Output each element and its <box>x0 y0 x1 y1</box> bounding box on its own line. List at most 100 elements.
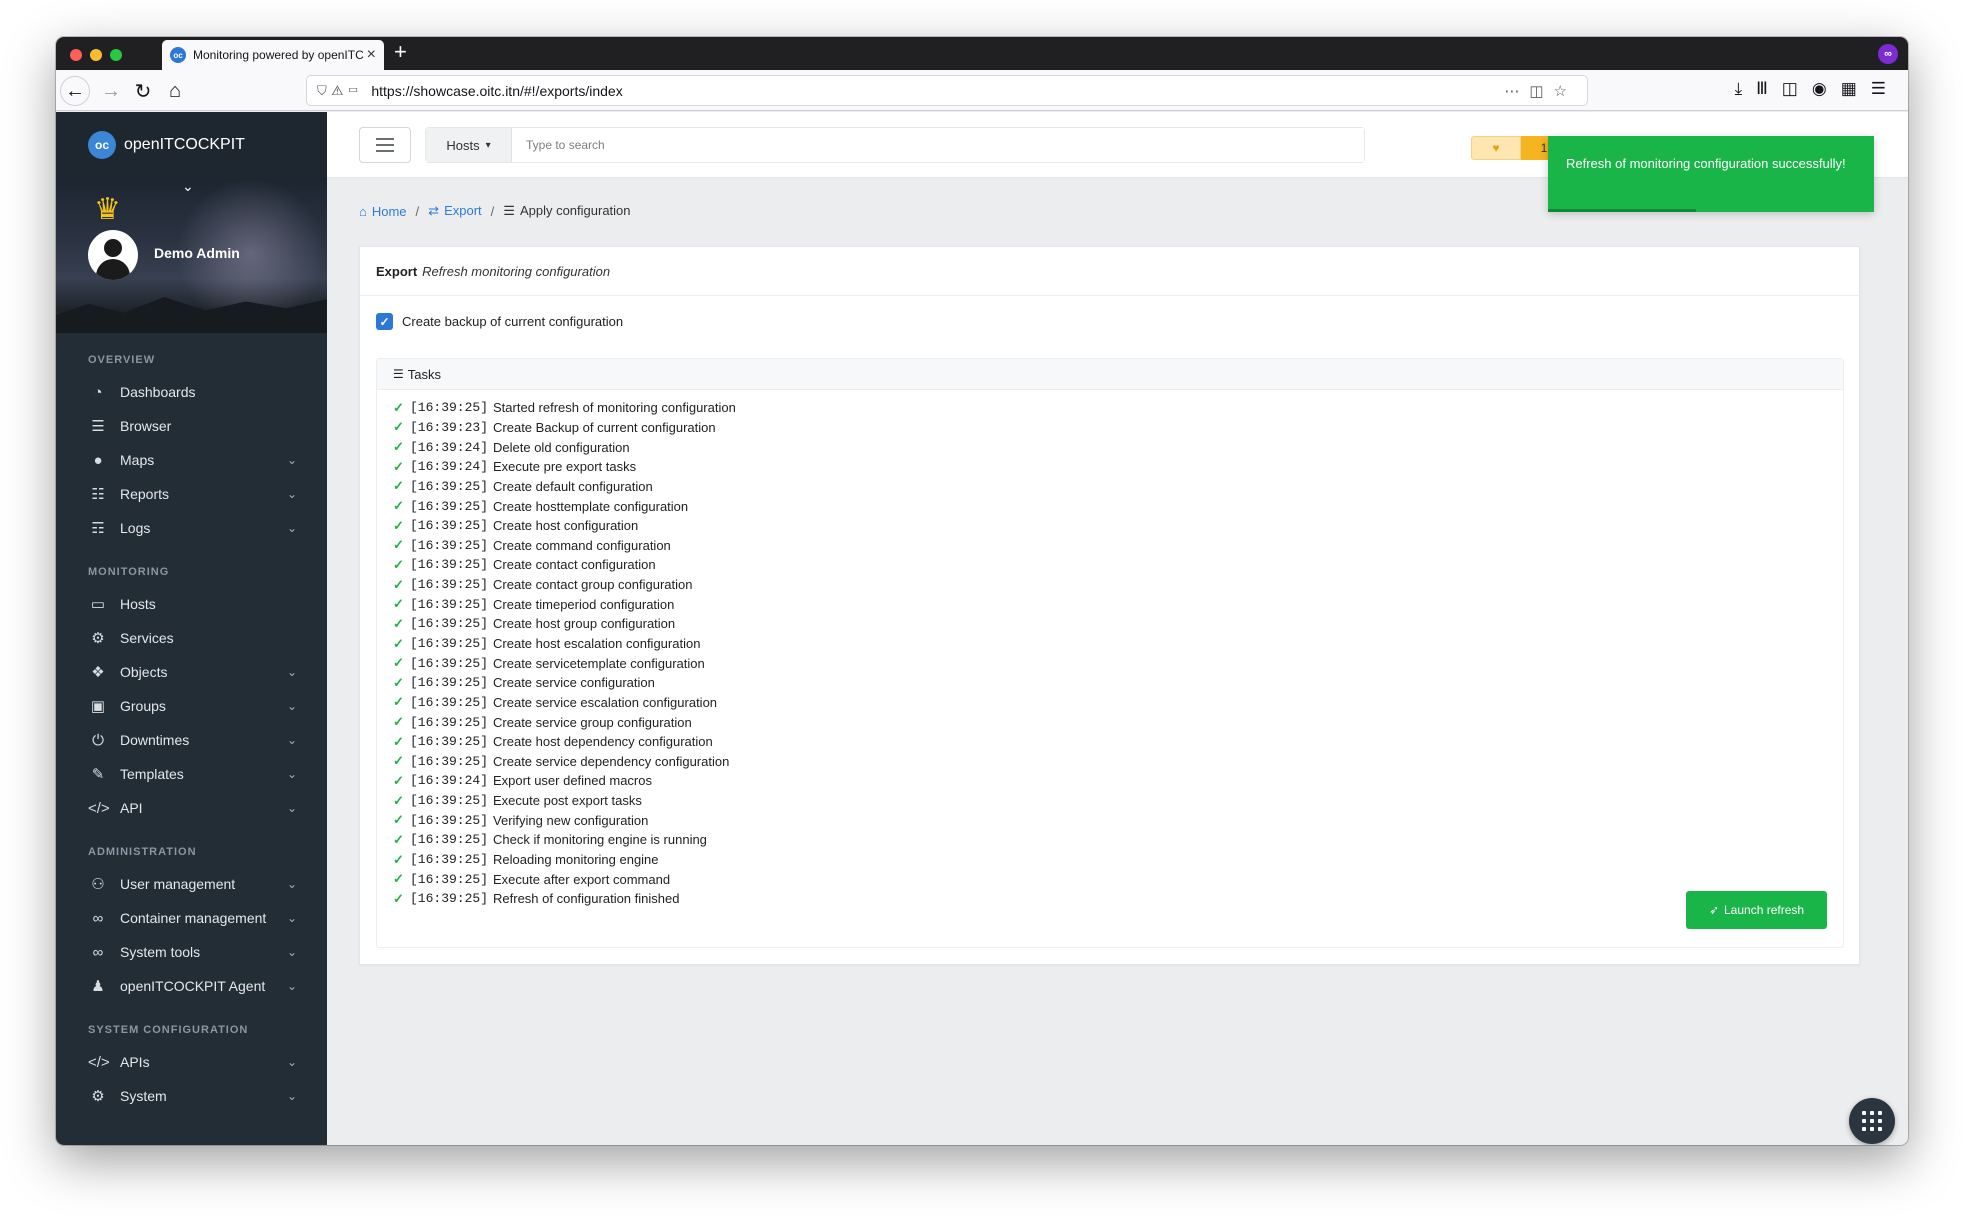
task-item: ✓ [16:39:25] Create service escalation con… <box>393 693 736 713</box>
sidebar-item-groups[interactable]: ▣ Groups ⌄ <box>56 689 327 723</box>
sidebar-item-apis[interactable]: </> APIs ⌄ <box>56 1045 327 1079</box>
task-item: ✓ [16:39:25] Execute after export command <box>393 869 736 889</box>
forward-button[interactable]: → <box>96 76 126 106</box>
brand[interactable]: oc openITCOCKPIT <box>56 112 327 178</box>
check-icon: ✓ <box>393 694 404 710</box>
toolbar-extensions-icon[interactable]: ⤓Ⅲ◫◉▦☰ <box>1735 79 1900 99</box>
search-input[interactable] <box>512 128 1364 162</box>
list-icon: ☰ <box>91 418 105 435</box>
site-security-icon[interactable]: ⛉⚠▭ <box>317 83 363 99</box>
task-item: ✓ [16:39:25] Create contact group configur… <box>393 575 736 595</box>
task-time: [16:39:25] <box>410 734 489 750</box>
task-time: [16:39:25] <box>410 675 489 691</box>
tab-title: Monitoring powered by openITC <box>193 48 363 62</box>
check-icon: ✓ <box>393 517 404 533</box>
backup-checkbox[interactable]: ✓ <box>376 313 393 330</box>
page-actions-icon[interactable]: ⋯◫☆ <box>1504 82 1577 100</box>
sidebar-item-maps[interactable]: ● Maps ⌄ <box>56 443 327 477</box>
sidebar-item-openitcockpit-agent[interactable]: ♟ openITCOCKPIT Agent ⌄ <box>56 969 327 1003</box>
chevron-down-icon: ⌄ <box>286 521 297 535</box>
task-text: Create Backup of current configuration <box>493 419 716 435</box>
task-time: [16:39:25] <box>410 655 489 671</box>
task-item: ✓ [16:39:25] Create host group configurati… <box>393 614 736 634</box>
task-text: Verifying new configuration <box>493 812 649 828</box>
task-time: [16:39:25] <box>410 871 489 887</box>
close-tab-icon[interactable]: × <box>367 46 376 64</box>
minimize-window-button[interactable] <box>90 49 102 61</box>
chevron-down-icon: ⌄ <box>286 699 297 713</box>
sidebar-item-user-management[interactable]: ⚇ User management ⌄ <box>56 867 327 901</box>
sidebar-item-services[interactable]: ⚙ Services <box>56 621 327 655</box>
close-window-button[interactable] <box>70 49 82 61</box>
task-text: Reloading monitoring engine <box>493 852 659 868</box>
avatar[interactable] <box>88 230 138 280</box>
success-toast[interactable]: Refresh of monitoring configuration succ… <box>1548 136 1874 212</box>
tasks-header: ☰ Tasks <box>377 359 1843 390</box>
sidebar-item-system-tools[interactable]: ∞ System tools ⌄ <box>56 935 327 969</box>
sidebar-item-hosts[interactable]: ▭ Hosts <box>56 587 327 621</box>
sidebar-item-downtimes[interactable]: ⏻ Downtimes ⌄ <box>56 723 327 757</box>
task-text: Create host group configuration <box>493 616 676 632</box>
apps-grid-button[interactable] <box>1849 1098 1895 1144</box>
breadcrumb-export-link[interactable]: ⇄ Export <box>428 203 481 219</box>
task-time: [16:39:25] <box>410 577 489 593</box>
task-item: ✓ [16:39:25] Create contact configuration <box>393 555 736 575</box>
task-item: ✓ [16:39:25] Create service dependency con… <box>393 752 736 772</box>
crown-icon: ♛ <box>94 193 121 226</box>
back-button[interactable]: ← <box>60 76 90 106</box>
task-time: [16:39:25] <box>410 518 489 534</box>
browser-tab[interactable]: oc Monitoring powered by openITC × <box>162 40 384 70</box>
task-item: ✓ [16:39:25] Create host dependency config… <box>393 732 736 752</box>
sidebar-item-templates[interactable]: ✎ Templates ⌄ <box>56 757 327 791</box>
new-tab-button[interactable]: + <box>394 39 407 65</box>
task-time: [16:39:24] <box>410 439 489 455</box>
private-mask-icon[interactable]: ∞ <box>1878 44 1898 64</box>
task-text: Check if monitoring engine is running <box>493 832 707 848</box>
search-type-label: Hosts <box>446 137 480 153</box>
task-time: [16:39:23] <box>410 419 489 435</box>
maximize-window-button[interactable] <box>110 49 122 61</box>
tasks-card: ☰ Tasks ✓ [16:39:25] Started refresh of mo… <box>376 358 1844 948</box>
profile-background-mountains <box>56 297 327 333</box>
sidebar-item-objects[interactable]: ❖ Objects ⌄ <box>56 655 327 689</box>
breadcrumb-export-label: Export <box>444 203 482 218</box>
file-text-icon: ☶ <box>91 520 105 537</box>
sidebar-item-label: Downtimes <box>120 732 190 748</box>
breadcrumb-home-link[interactable]: ⌂ Home <box>359 204 407 219</box>
backup-checkbox-row[interactable]: ✓ Create backup of current configuration <box>376 313 623 330</box>
task-item: ✓ [16:39:25] Create default configuration <box>393 477 736 497</box>
task-item: ✓ [16:39:25] Create service configuration <box>393 673 736 693</box>
profile-name[interactable]: Demo Admin <box>154 245 240 261</box>
chevron-down-icon: ▾ <box>485 139 491 151</box>
heart-icon[interactable]: ♥ <box>1471 136 1521 160</box>
search-type-select[interactable]: Hosts ▾ <box>426 128 512 162</box>
sidebar-item-api[interactable]: </> API ⌄ <box>56 791 327 825</box>
brand-name: openITCOCKPIT <box>124 136 245 153</box>
desktop-icon: ▭ <box>90 596 106 613</box>
sidebar-item-system[interactable]: ⚙ System ⌄ <box>56 1079 327 1113</box>
task-time: [16:39:25] <box>410 636 489 651</box>
map-marker-icon: ● <box>93 451 103 469</box>
code-icon: </> <box>88 1053 110 1071</box>
reload-button[interactable]: ↻ <box>128 76 158 106</box>
launch-refresh-button[interactable]: ➶ Launch refresh <box>1686 891 1827 929</box>
openitcockpit-logo-icon: oc <box>88 131 116 159</box>
chevron-down-icon[interactable]: ⌄ <box>182 178 194 195</box>
browser-toolbar: ← → ↻ ⌂ ⛉⚠▭ https://showcase.oitc.itn/#!… <box>56 70 1908 111</box>
home-button[interactable]: ⌂ <box>160 76 190 106</box>
task-item: ✓ [16:39:25] Create timeperiod configurati… <box>393 594 736 614</box>
object-group-icon: ▣ <box>90 698 106 715</box>
sidebar-item-dashboards[interactable]: ◔ Dashboards <box>56 375 327 409</box>
sidebar-item-reports[interactable]: ☷ Reports ⌄ <box>56 477 327 511</box>
task-time: [16:39:25] <box>410 694 489 710</box>
panel-subtitle: Refresh monitoring configuration <box>422 263 611 279</box>
task-text: Create timeperiod configuration <box>493 596 675 612</box>
url-text[interactable]: https://showcase.oitc.itn/#!/exports/ind… <box>371 83 1504 99</box>
retweet-icon: ⇄ <box>428 203 440 218</box>
url-bar[interactable]: ⛉⚠▭ https://showcase.oitc.itn/#!/exports… <box>306 75 1588 106</box>
check-icon: ✓ <box>393 615 404 631</box>
sidebar-item-browser[interactable]: ☰ Browser <box>56 409 327 443</box>
sidebar-item-container-management[interactable]: ∞ Container management ⌄ <box>56 901 327 935</box>
menu-toggle-button[interactable] <box>359 127 411 163</box>
sidebar-item-logs[interactable]: ☶ Logs ⌄ <box>56 511 327 545</box>
